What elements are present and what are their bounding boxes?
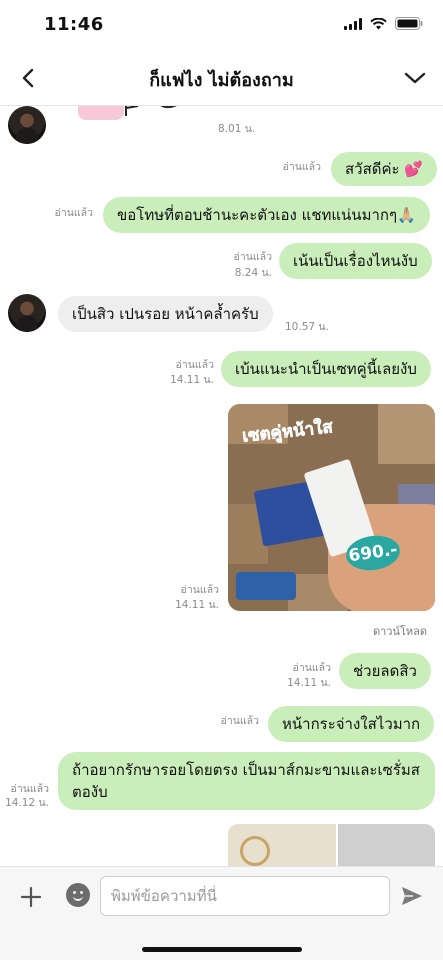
message-bubble[interactable]: ช่วยลดสิว: [339, 653, 431, 689]
signal-icon: [344, 17, 362, 30]
sticker[interactable]: [78, 106, 208, 128]
message-time: 14.11 น.: [175, 599, 219, 611]
image-preview[interactable]: [338, 824, 435, 866]
status-icons: [344, 17, 423, 30]
message-text: เบ้นแนะนำเป็นเซทคู่นี้เลยงับ: [235, 360, 417, 378]
attach-button[interactable]: [18, 884, 44, 910]
message-text: สวัสดีค่ะ 💕: [345, 160, 424, 178]
message-text: ช่วยลดสิว: [353, 662, 417, 680]
image-preview-ring: [240, 836, 270, 866]
message-time: 14.11 น.: [170, 374, 214, 386]
read-receipt: อ่านแล้ว: [220, 715, 259, 727]
message-bubble[interactable]: หน้ากระจ่างใสไวมาก: [268, 706, 435, 742]
home-indicator: [142, 947, 302, 952]
sticker-shape: [78, 106, 124, 120]
read-receipt: อ่านแล้ว: [292, 662, 331, 674]
read-receipt: อ่านแล้ว: [233, 251, 272, 263]
message-bubble[interactable]: เป็นสิว เปนรอย หน้าคล้ำครับ: [58, 296, 273, 332]
chat-title: ก็แฟไง ไม่ต้องถาม: [149, 70, 294, 91]
download-link[interactable]: ดาวน์โหลด: [373, 622, 427, 640]
avatar[interactable]: [8, 294, 46, 332]
message-text: หน้ากระจ่างใสไวมาก: [282, 715, 421, 733]
chat-header: ก็แฟไง ไม่ต้องถาม: [0, 50, 443, 106]
image-preview[interactable]: [228, 824, 336, 866]
status-time: 11:46: [44, 14, 104, 35]
info-badge: [236, 572, 296, 600]
message-composer: [0, 866, 443, 960]
message-input[interactable]: [100, 876, 390, 916]
sticker-line: [125, 106, 177, 116]
emoji-icon[interactable]: [66, 883, 90, 907]
message-text: เน้นเป็นเรื่องไหนงับ: [293, 252, 418, 270]
wifi-icon: [370, 17, 387, 30]
message-time: 14.12 น.: [5, 797, 49, 809]
message-time: 8.24 น.: [234, 267, 272, 279]
message-bubble[interactable]: เน้นเป็นเรื่องไหนงับ: [279, 243, 432, 279]
read-receipt: อ่านแล้ว: [180, 584, 219, 596]
message-text: ถ้าอยากรักษารอยโดยตรง เป็นมาส์กมะขามและเ…: [72, 761, 420, 801]
status-bar: 11:46: [0, 0, 443, 50]
plus-icon: [20, 886, 42, 908]
chevron-down-icon: [404, 72, 426, 84]
message-bubble[interactable]: ถ้าอยากรักษารอยโดยตรง เป็นมาส์กมะขามและเ…: [58, 752, 435, 810]
avatar[interactable]: [8, 106, 46, 144]
chat-menu-button[interactable]: [401, 64, 429, 92]
message-text: ขอโทษที่ตอบช้านะคะตัวเอง แชทแน่นมากๆ🙏🏼: [117, 206, 416, 224]
message-list[interactable]: 8.01 น. อ่านแล้ว สวัสดีค่ะ 💕 อ่านแล้ว ขอ…: [0, 106, 443, 866]
read-receipt: อ่านแล้ว: [54, 207, 93, 219]
message-bubble[interactable]: เบ้นแนะนำเป็นเซทคู่นี้เลยงับ: [221, 351, 431, 387]
send-icon: [402, 887, 422, 905]
battery-icon: [395, 17, 423, 30]
read-receipt: อ่านแล้ว: [175, 359, 214, 371]
message-time: 8.01 น.: [218, 123, 256, 135]
read-receipt: อ่านแล้ว: [10, 783, 49, 795]
read-receipt: อ่านแล้ว: [282, 161, 321, 173]
send-button[interactable]: [400, 884, 424, 908]
message-text: เป็นสิว เปนรอย หน้าคล้ำครับ: [72, 305, 259, 323]
product-image[interactable]: เซตคู่หน้าใส 690.-: [228, 404, 435, 611]
message-bubble[interactable]: สวัสดีค่ะ 💕: [331, 152, 438, 186]
message-time: 14.11 น.: [287, 677, 331, 689]
message-bubble[interactable]: ขอโทษที่ตอบช้านะคะตัวเอง แชทแน่นมากๆ🙏🏼: [103, 197, 430, 233]
message-time: 10.57 น.: [285, 321, 329, 333]
